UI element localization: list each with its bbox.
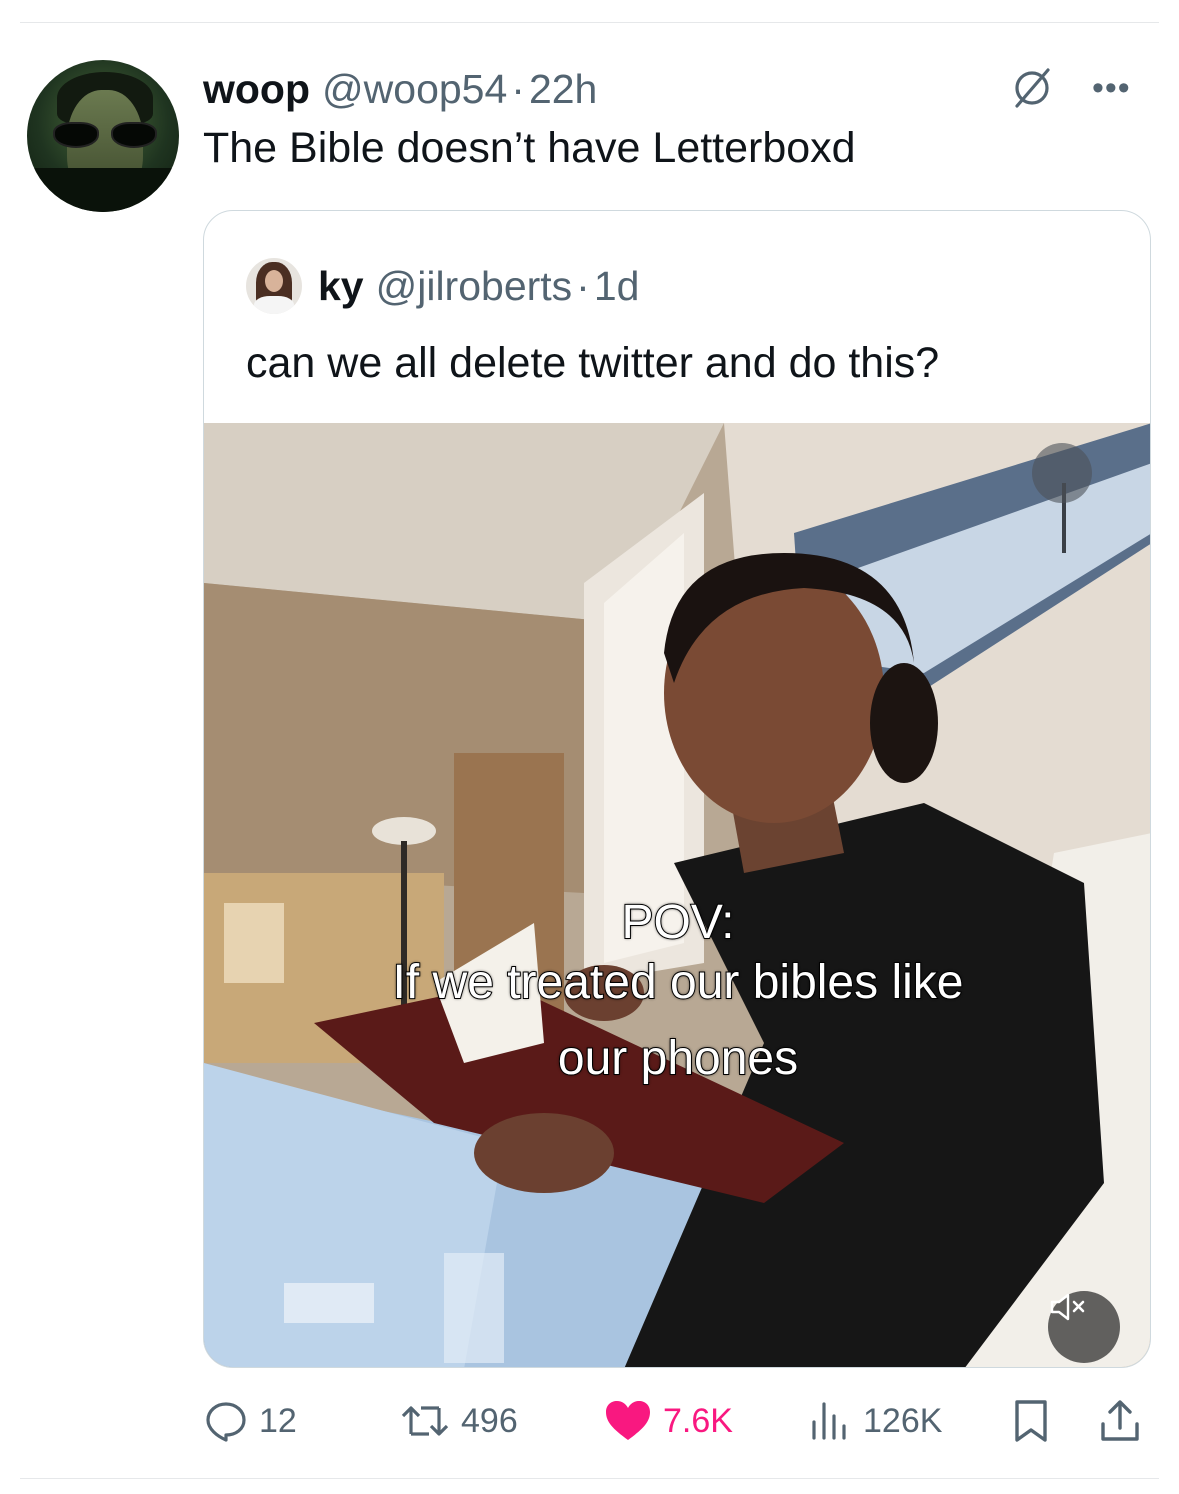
unmute-button[interactable] bbox=[1048, 1291, 1120, 1363]
heart-icon bbox=[606, 1401, 650, 1440]
quoted-tweet-card[interactable]: ky @jilroberts · 1d can we all delete tw… bbox=[203, 210, 1151, 1368]
share-button[interactable] bbox=[1099, 1398, 1151, 1444]
repost-icon bbox=[401, 1406, 449, 1436]
tweet-actions-bar: 12 496 7.6K 126K bbox=[203, 1398, 1148, 1448]
tweet-header: woop @woop54 · 22h bbox=[203, 63, 597, 115]
video-caption-line-1: POV: bbox=[621, 896, 736, 949]
muted-speaker-icon bbox=[1050, 1293, 1085, 1321]
separator-dot: · bbox=[511, 65, 525, 112]
bookmark-icon bbox=[1015, 1400, 1047, 1442]
like-button[interactable]: 7.6K bbox=[603, 1398, 733, 1444]
quoted-tweet-text: can we all delete twitter and do this? bbox=[246, 339, 940, 387]
views-button[interactable]: 126K bbox=[807, 1398, 942, 1444]
reply-button[interactable]: 12 bbox=[203, 1398, 297, 1444]
views-chart-icon bbox=[812, 1402, 846, 1440]
top-divider bbox=[20, 22, 1159, 23]
video-caption-line-2: If we treated our bibles like bbox=[392, 956, 965, 1009]
tweet-timestamp[interactable]: 22h bbox=[529, 66, 597, 113]
repost-button[interactable]: 496 bbox=[399, 1398, 518, 1444]
repost-count: 496 bbox=[461, 1401, 518, 1440]
quoted-author-display-name[interactable]: ky bbox=[318, 263, 364, 310]
author-handle[interactable]: @woop54 bbox=[322, 66, 507, 113]
video-caption-line-3: our phones bbox=[557, 1032, 799, 1085]
separator-dot: · bbox=[576, 262, 590, 309]
bookmark-button[interactable] bbox=[1011, 1398, 1061, 1444]
author-avatar[interactable] bbox=[27, 60, 179, 212]
quoted-timestamp[interactable]: 1d bbox=[594, 263, 640, 310]
more-icon[interactable]: ••• bbox=[1092, 71, 1131, 105]
views-count: 126K bbox=[863, 1401, 943, 1440]
tweet-text: The Bible doesn’t have Letterboxd bbox=[203, 124, 856, 172]
video-player[interactable]: POV: If we treated our bibles like our p… bbox=[204, 423, 1150, 1367]
grok-icon[interactable] bbox=[1010, 66, 1054, 110]
reply-count: 12 bbox=[259, 1401, 297, 1440]
author-display-name[interactable]: woop bbox=[203, 66, 310, 113]
bottom-divider bbox=[20, 1478, 1159, 1479]
share-icon bbox=[1101, 1400, 1139, 1441]
quoted-author-avatar[interactable] bbox=[246, 258, 302, 314]
quoted-header: ky @jilroberts · 1d bbox=[246, 258, 640, 314]
tweet-header-icons: ••• bbox=[1010, 66, 1131, 110]
reply-icon bbox=[206, 1402, 246, 1442]
like-count: 7.6K bbox=[663, 1401, 733, 1440]
quoted-author-handle[interactable]: @jilroberts bbox=[376, 263, 573, 310]
